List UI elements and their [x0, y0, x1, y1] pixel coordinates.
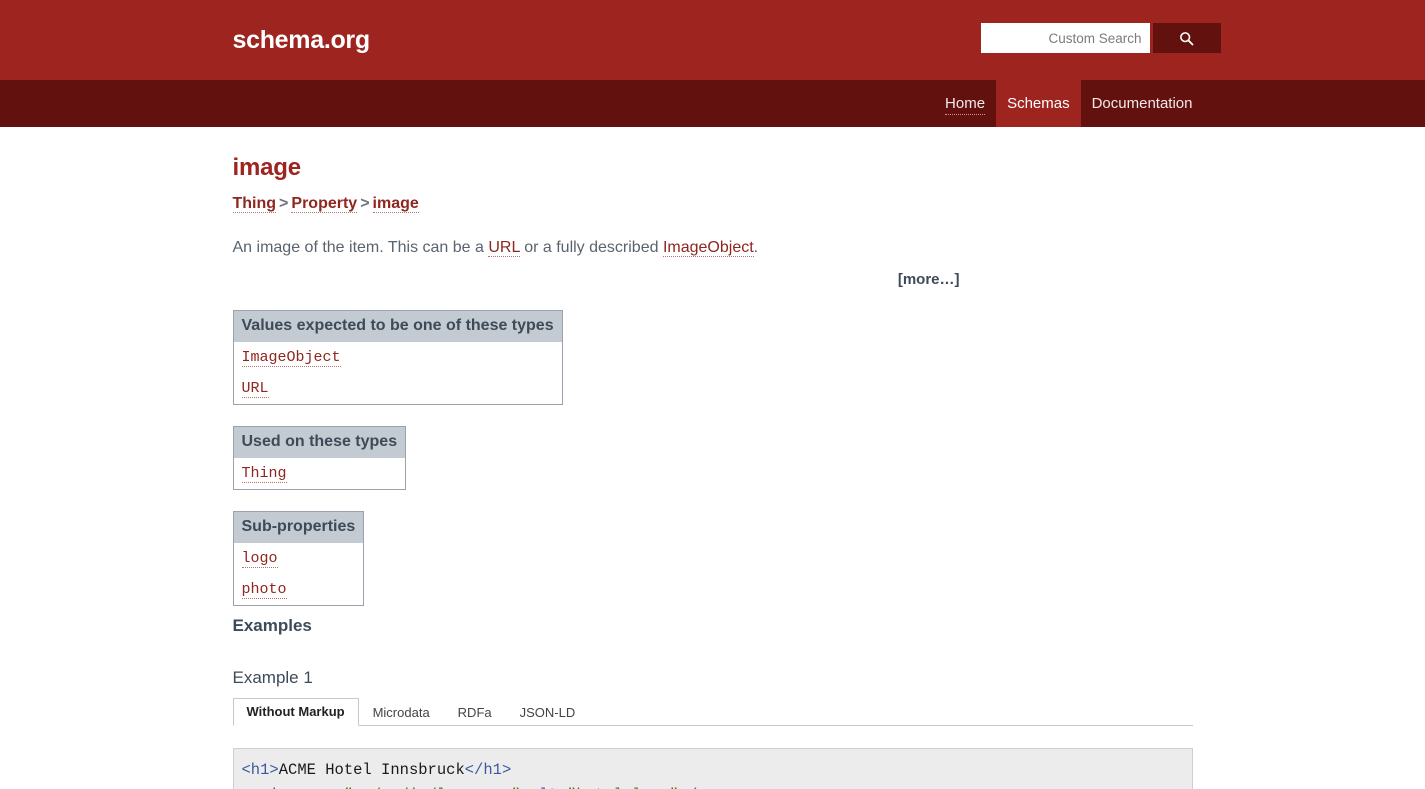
nav-item-documentation[interactable]: Documentation — [1081, 80, 1193, 127]
site-logo[interactable]: schema.org — [233, 25, 370, 55]
example-code-block: <h1>ACME Hotel Innsbruck</h1> <img src="… — [233, 748, 1193, 789]
sub-properties-table: Sub-properties logo photo — [233, 511, 365, 606]
table-header-cell: Sub-properties — [233, 512, 364, 544]
page-title: image — [233, 153, 1193, 183]
property-link-logo[interactable]: logo — [242, 550, 278, 568]
code-token-tag: </h1> — [465, 761, 512, 779]
tab-microdata[interactable]: Microdata — [359, 699, 444, 726]
type-link-url[interactable]: URL — [242, 380, 269, 398]
table-row: logo — [233, 543, 364, 574]
nav-item-schemas[interactable]: Schemas — [996, 80, 1081, 127]
table-row: photo — [233, 574, 364, 606]
breadcrumb-item-image[interactable]: image — [373, 195, 419, 213]
tab-rdfa[interactable]: RDFa — [444, 699, 506, 726]
site-banner: schema.org — [0, 0, 1425, 80]
search-form — [981, 23, 1221, 53]
table-row: Thing — [233, 458, 406, 490]
nav-item-home[interactable]: Home — [934, 80, 996, 127]
description-link-imageobject[interactable]: ImageObject — [663, 239, 754, 257]
used-on-types-table: Used on these types Thing — [233, 426, 407, 490]
example-label: Example 1 — [233, 667, 1193, 689]
search-input[interactable] — [981, 23, 1150, 53]
breadcrumb-separator: > — [357, 195, 372, 212]
table-row: URL — [233, 373, 562, 405]
table-header-row: Used on these types — [233, 427, 406, 459]
property-link-photo[interactable]: photo — [242, 581, 287, 599]
table-header-cell: Used on these types — [233, 427, 406, 459]
examples-heading: Examples — [233, 615, 1193, 637]
breadcrumb: Thing>Property>image — [233, 193, 1193, 215]
code-token-tag: <h1> — [242, 761, 279, 779]
more-row: [more…] — [233, 271, 1193, 289]
example-tabs: Without Markup Microdata RDFa JSON-LD — [233, 699, 1193, 726]
description-link-url[interactable]: URL — [488, 239, 519, 257]
more-link[interactable]: [more…] — [898, 271, 960, 288]
main-navigation: Home Schemas Documentation — [0, 80, 1425, 127]
table-cell: Thing — [233, 458, 406, 490]
description-text-2: or a fully described — [520, 239, 663, 256]
table-cell: ImageObject — [233, 342, 562, 373]
type-link-imageobject[interactable]: ImageObject — [242, 349, 341, 367]
code-token-text: ACME Hotel Innsbruck — [279, 761, 465, 779]
description-text-1: An image of the item. This can be a — [233, 239, 489, 256]
property-description: An image of the item. This can be a URL … — [233, 237, 1193, 259]
breadcrumb-item-property[interactable]: Property — [291, 195, 357, 213]
table-cell: photo — [233, 574, 364, 606]
nav-items: Home Schemas Documentation — [233, 80, 1193, 127]
search-button[interactable] — [1153, 23, 1221, 53]
breadcrumb-item-thing[interactable]: Thing — [233, 195, 277, 213]
type-link-thing[interactable]: Thing — [242, 465, 287, 483]
table-cell: URL — [233, 373, 562, 405]
breadcrumb-separator: > — [276, 195, 291, 212]
code-line: <h1>ACME Hotel Innsbruck</h1> — [242, 761, 512, 779]
table-header-cell: Values expected to be one of these types — [233, 311, 562, 343]
table-cell: logo — [233, 543, 364, 574]
description-text-3: . — [754, 239, 758, 256]
tab-json-ld[interactable]: JSON-LD — [506, 699, 590, 726]
main-content: image Thing>Property>image An image of t… — [233, 127, 1193, 789]
table-header-row: Values expected to be one of these types — [233, 311, 562, 343]
tab-without-markup[interactable]: Without Markup — [233, 698, 359, 726]
table-row: ImageObject — [233, 342, 562, 373]
table-header-row: Sub-properties — [233, 512, 364, 544]
banner-inner: schema.org — [233, 0, 1193, 80]
search-icon — [1179, 31, 1194, 46]
values-expected-table: Values expected to be one of these types… — [233, 310, 563, 405]
